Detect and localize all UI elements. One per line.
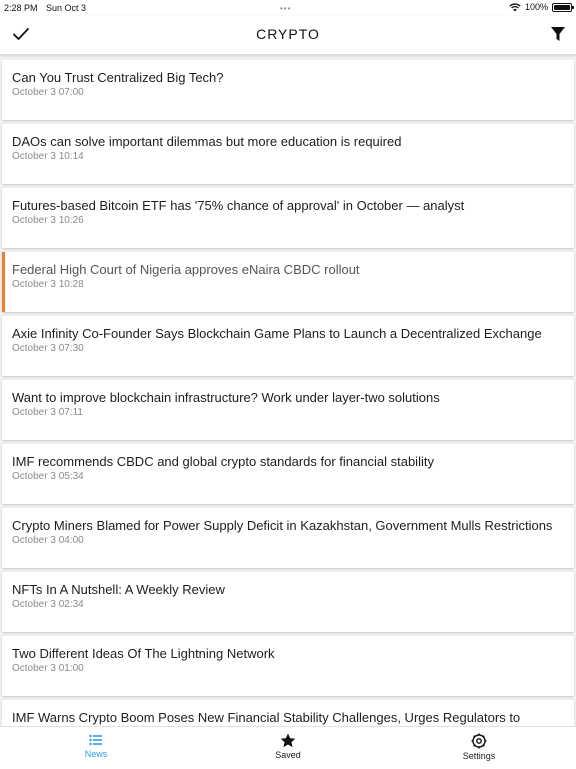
- multitasking-dots-icon[interactable]: •••: [280, 4, 291, 13]
- article-title: NFTs In A Nutshell: A Weekly Review: [12, 582, 225, 597]
- article-timestamp: October 3 10:28: [12, 279, 84, 290]
- tab-settings[interactable]: Settings: [439, 733, 519, 761]
- article-card[interactable]: Two Different Ideas Of The Lightning Net…: [2, 636, 574, 696]
- article-card[interactable]: Crypto Miners Blamed for Power Supply De…: [2, 508, 574, 568]
- status-bar: 2:28 PM Sun Oct 3 ••• 100%: [0, 0, 576, 16]
- status-date: Sun Oct 3: [46, 3, 87, 13]
- article-card[interactable]: Want to improve blockchain infrastructur…: [2, 380, 574, 440]
- article-title: IMF recommends CBDC and global crypto st…: [12, 454, 434, 469]
- tab-news[interactable]: News: [56, 733, 136, 759]
- article-timestamp: October 3 04:00: [12, 535, 84, 546]
- article-card[interactable]: NFTs In A Nutshell: A Weekly Review Octob…: [2, 572, 574, 632]
- article-card[interactable]: Can You Trust Centralized Big Tech? Octob…: [2, 60, 574, 120]
- tab-news-label: News: [84, 749, 108, 759]
- bottom-tab-bar: News Saved Settings: [0, 726, 576, 769]
- article-card[interactable]: IMF Warns Crypto Boom Poses New Financia…: [2, 700, 574, 726]
- status-time: 2:28 PM: [4, 3, 38, 13]
- article-title: Can You Trust Centralized Big Tech?: [12, 70, 224, 85]
- gear-icon: [471, 733, 487, 749]
- article-title: Want to improve blockchain infrastructur…: [12, 390, 440, 405]
- article-timestamp: October 3 01:00: [12, 663, 84, 674]
- article-title: Futures-based Bitcoin ETF has '75% chanc…: [12, 198, 465, 213]
- news-icon: [89, 734, 102, 746]
- article-timestamp: October 3 10:14: [12, 151, 84, 162]
- article-timestamp: October 3 07:30: [12, 343, 84, 354]
- article-timestamp: October 3 07:00: [12, 87, 84, 98]
- article-card[interactable]: DAOs can solve important dilemmas but mo…: [2, 124, 574, 184]
- tab-settings-label: Settings: [462, 751, 496, 761]
- tab-saved[interactable]: Saved: [248, 733, 328, 760]
- battery-icon: [552, 2, 574, 12]
- article-timestamp: October 3 10:26: [12, 215, 84, 226]
- article-title: Two Different Ideas Of The Lightning Net…: [12, 646, 275, 661]
- article-title: Federal High Court of Nigeria approves e…: [12, 262, 360, 277]
- filter-icon[interactable]: [550, 25, 566, 43]
- article-timestamp: October 3 07:11: [12, 407, 83, 418]
- article-card[interactable]: IMF recommends CBDC and global crypto st…: [2, 444, 574, 504]
- wifi-icon: [509, 2, 521, 11]
- article-timestamp: October 3 02:34: [12, 599, 84, 610]
- star-icon: [280, 733, 296, 748]
- article-title: DAOs can solve important dilemmas but mo…: [12, 134, 402, 149]
- article-title: Crypto Miners Blamed for Power Supply De…: [12, 518, 553, 533]
- article-timestamp: October 3 05:34: [12, 471, 84, 482]
- battery-percent: 100%: [524, 2, 548, 12]
- article-title: IMF Warns Crypto Boom Poses New Financia…: [12, 710, 521, 725]
- article-card[interactable]: Axie Infinity Co-Founder Says Blockchain…: [2, 316, 574, 376]
- page-title: CRYPTO: [256, 26, 320, 42]
- article-title: Axie Infinity Co-Founder Says Blockchain…: [12, 326, 542, 341]
- article-card[interactable]: Futures-based Bitcoin ETF has '75% chanc…: [2, 188, 574, 248]
- article-card[interactable]: Federal High Court of Nigeria approves e…: [2, 252, 574, 312]
- tab-saved-label: Saved: [275, 750, 301, 760]
- status-right: 100%: [509, 2, 574, 12]
- top-app-bar: CRYPTO: [0, 16, 576, 55]
- article-list[interactable]: Can You Trust Centralized Big Tech? Octob…: [0, 56, 576, 726]
